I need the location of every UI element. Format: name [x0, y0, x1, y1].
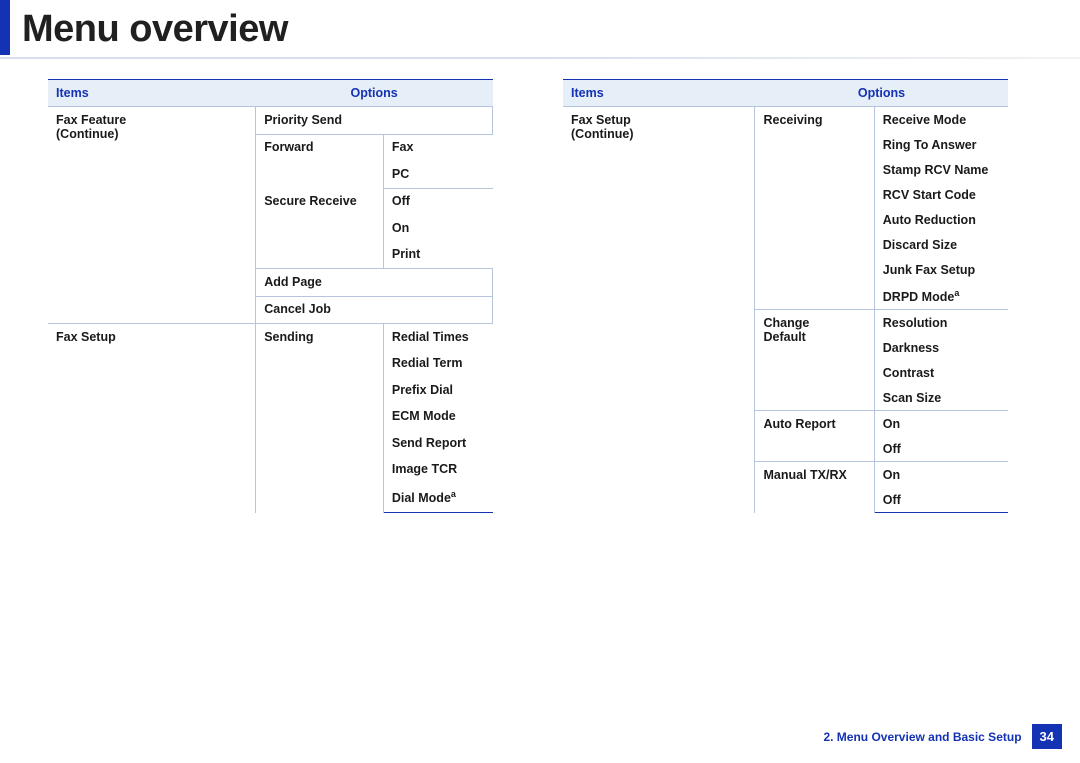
text: Fax Feature: [56, 113, 126, 127]
cell-fax-setup-cont: Fax Setup (Continue): [563, 107, 755, 513]
cell-pc: PC: [383, 161, 492, 188]
page-footer: 2. Menu Overview and Basic Setup 34: [823, 724, 1062, 749]
cell-junk-fax: Junk Fax Setup: [874, 257, 1008, 282]
table-header-row: Items Options: [48, 80, 493, 107]
tables-container: Items Options Fax Feature (Continue) Pri…: [0, 79, 1080, 513]
title-divider: [0, 57, 1080, 59]
cell-cancel-job: Cancel Job: [256, 296, 493, 324]
cell-on: On: [383, 215, 492, 242]
cell-auto-reduction: Auto Reduction: [874, 207, 1008, 232]
cell-secure-receive: Secure Receive: [256, 188, 384, 269]
th-options: Options: [755, 80, 1008, 107]
cell-prefix-dial: Prefix Dial: [383, 377, 492, 404]
cell-ecm-mode: ECM Mode: [383, 404, 492, 431]
text: (Continue): [571, 127, 633, 141]
th-items: Items: [563, 80, 755, 107]
footnote-a: a: [954, 288, 959, 298]
cell-off: Off: [383, 188, 492, 215]
text: Dial Mode: [392, 491, 451, 505]
cell-priority-send: Priority Send: [256, 107, 493, 135]
page-title-bar: Menu overview: [0, 0, 1080, 55]
cell-on: On: [874, 411, 1008, 437]
cell-auto-report: Auto Report: [755, 411, 874, 462]
text: Fax Setup: [571, 113, 631, 127]
th-options: Options: [256, 80, 493, 107]
th-items: Items: [48, 80, 256, 107]
table-row: Fax Feature (Continue) Priority Send: [48, 107, 493, 135]
cell-ring-to-answer: Ring To Answer: [874, 132, 1008, 157]
cell-drpd-mode: DRPD Modea: [874, 282, 1008, 310]
cell-darkness: Darkness: [874, 335, 1008, 360]
cell-print: Print: [383, 242, 492, 269]
cell-off: Off: [874, 436, 1008, 462]
cell-redial-term: Redial Term: [383, 351, 492, 378]
cell-fax-feature: Fax Feature (Continue): [48, 107, 256, 324]
cell-receive-mode: Receive Mode: [874, 107, 1008, 133]
cell-scan-size: Scan Size: [874, 385, 1008, 411]
cell-change-default: Change Default: [755, 310, 874, 411]
footnote-a: a: [451, 489, 456, 499]
cell-image-tcr: Image TCR: [383, 457, 492, 484]
cell-forward: Forward: [256, 134, 384, 188]
cell-resolution: Resolution: [874, 310, 1008, 336]
cell-contrast: Contrast: [874, 360, 1008, 385]
text: DRPD Mode: [883, 290, 955, 304]
page-title: Menu overview: [22, 8, 1080, 51]
text: (Continue): [56, 127, 118, 141]
cell-send-report: Send Report: [383, 430, 492, 457]
cell-stamp-rcv: Stamp RCV Name: [874, 157, 1008, 182]
cell-sending: Sending: [256, 324, 384, 513]
cell-rcv-start: RCV Start Code: [874, 182, 1008, 207]
left-menu-table: Items Options Fax Feature (Continue) Pri…: [48, 79, 493, 513]
table-row: Fax Setup (Continue) Receiving Receive M…: [563, 107, 1008, 133]
table-header-row: Items Options: [563, 80, 1008, 107]
cell-discard-size: Discard Size: [874, 232, 1008, 257]
cell-receiving: Receiving: [755, 107, 874, 310]
cell-manual-txrx: Manual TX/RX: [755, 462, 874, 513]
cell-redial-times: Redial Times: [383, 324, 492, 351]
cell-on: On: [874, 462, 1008, 488]
cell-off: Off: [874, 487, 1008, 513]
right-menu-table: Items Options Fax Setup (Continue) Recei…: [563, 79, 1008, 513]
table-row: Fax Setup Sending Redial Times: [48, 324, 493, 351]
cell-add-page: Add Page: [256, 269, 493, 297]
page-number: 34: [1032, 724, 1062, 749]
cell-fax-setup: Fax Setup: [48, 324, 256, 513]
footer-chapter: 2. Menu Overview and Basic Setup: [823, 730, 1021, 744]
cell-fax: Fax: [383, 134, 492, 161]
text: Change: [763, 316, 809, 330]
text: Default: [763, 330, 805, 344]
cell-dial-mode: Dial Modea: [383, 483, 492, 512]
